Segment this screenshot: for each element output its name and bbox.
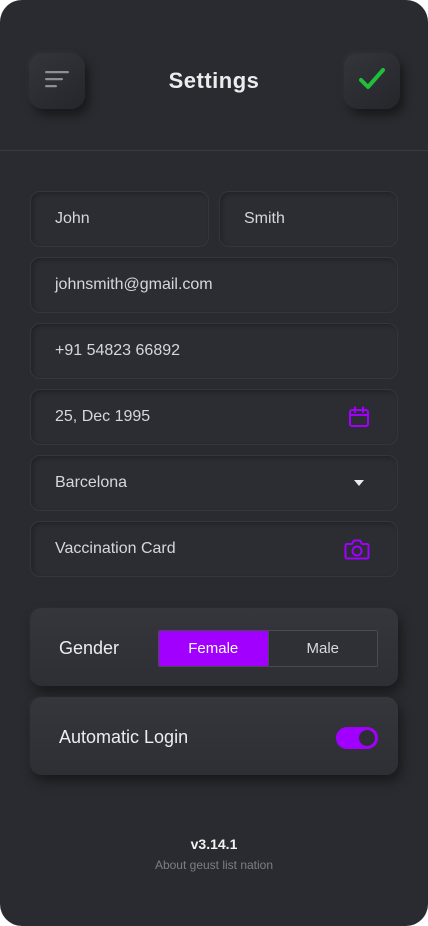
document-upload-field[interactable]: Vaccination Card (30, 521, 398, 577)
gender-option-female[interactable]: Female (159, 631, 268, 666)
last-name-value: Smith (244, 210, 285, 227)
about-link[interactable]: About geust list nation (0, 858, 428, 872)
email-field[interactable]: johnsmith@gmail.com (30, 257, 398, 313)
gender-segmented-control: Female Male (158, 630, 378, 667)
gender-label: Gender (59, 638, 120, 658)
gender-card: Gender Female Male (30, 608, 398, 686)
first-name-value: John (55, 210, 90, 227)
city-value: Barcelona (55, 474, 128, 491)
phone-value: +91 54823 66892 (55, 342, 181, 359)
check-icon (359, 67, 385, 95)
save-button[interactable] (344, 53, 400, 109)
city-select[interactable]: Barcelona (30, 455, 398, 511)
camera-icon[interactable] (344, 538, 370, 560)
header: Settings (0, 0, 428, 151)
toggle-knob (359, 730, 375, 746)
automatic-login-toggle[interactable] (336, 727, 378, 749)
app-version: v3.14.1 (190, 836, 238, 852)
email-value: johnsmith@gmail.com (55, 276, 213, 293)
settings-screen: Settings John Smith johnsmith@gmail.com … (0, 0, 428, 926)
phone-field[interactable]: +91 54823 66892 (30, 323, 398, 379)
document-value: Vaccination Card (55, 540, 176, 557)
last-name-field[interactable]: Smith (219, 191, 398, 247)
automatic-login-card: Automatic Login (30, 697, 398, 775)
automatic-login-label: Automatic Login (59, 727, 189, 747)
dob-value: 25, Dec 1995 (55, 408, 151, 425)
caret-down-icon (354, 480, 364, 486)
calendar-icon[interactable] (348, 406, 370, 428)
gender-option-male[interactable]: Male (267, 631, 377, 666)
first-name-field[interactable]: John (30, 191, 209, 247)
date-of-birth-field[interactable]: 25, Dec 1995 (30, 389, 398, 445)
